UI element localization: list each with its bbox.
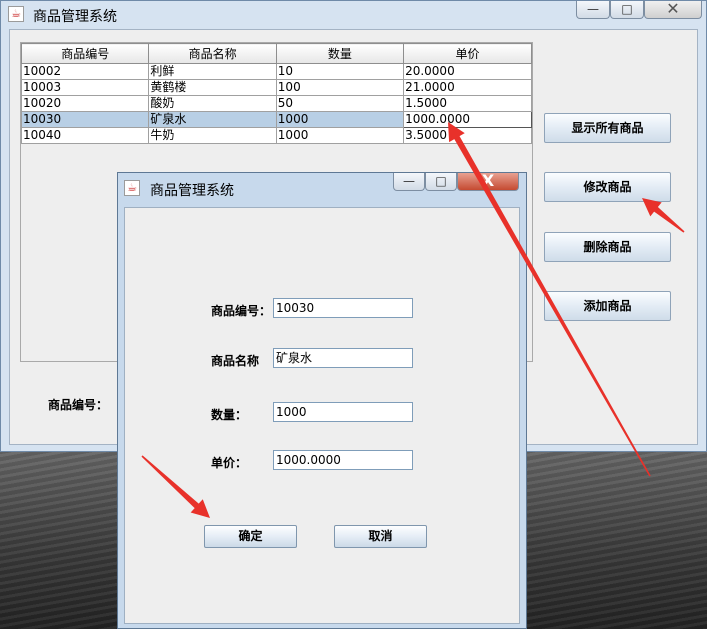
cell-quantity[interactable]: 1000 [275,127,405,144]
price-field[interactable]: 1000.0000 [273,450,413,470]
main-window-title: 商品管理系统 [33,9,117,25]
modify-goods-button[interactable]: 修改商品 [544,172,671,202]
goods-id-field[interactable]: 10030 [273,298,413,318]
quantity-field[interactable]: 1000 [273,402,413,422]
dialog-client-area: 商品编号： 10030 商品名称 矿泉水 数量： 1000 单价： 1000.0… [124,207,520,624]
goods-name-label: 商品名称 [211,354,260,368]
dialog-minimize-button[interactable]: — [393,173,425,191]
show-all-goods-button[interactable]: 显示所有商品 [544,113,671,143]
goods-table[interactable]: 商品编号 商品名称 数量 单价 10002 利鲜 10 20.0000 1000… [20,43,532,144]
close-button[interactable]: ✕ [644,1,702,19]
java-app-icon: ☕ [8,6,24,22]
cell-name[interactable]: 酸奶 [148,95,277,112]
modify-dialog: ☕ 商品管理系统 — □ X 商品编号： 10030 商品名称 矿泉水 数量： … [117,172,527,629]
add-goods-button[interactable]: 添加商品 [544,291,671,321]
confirm-button[interactable]: 确定 [204,525,297,548]
table-row[interactable]: 10040 牛奶 1000 3.5000 [20,127,532,144]
cell-id[interactable]: 10002 [20,63,150,80]
minimize-button[interactable]: — [576,1,610,19]
column-header-price[interactable]: 单价 [403,43,532,64]
cell-id[interactable]: 10020 [20,95,150,112]
java-app-icon: ☕ [124,180,140,196]
quantity-label: 数量： [211,408,248,422]
table-row[interactable]: 10020 酸奶 50 1.5000 [20,95,532,112]
cell-quantity[interactable]: 10 [275,63,405,80]
cell-id[interactable]: 10030 [20,111,150,128]
dialog-maximize-button[interactable]: □ [425,173,457,191]
cell-id[interactable]: 10003 [20,79,150,96]
column-header-name[interactable]: 商品名称 [148,43,277,64]
cell-name[interactable]: 牛奶 [148,127,277,144]
column-header-id[interactable]: 商品编号 [20,43,150,64]
main-title-bar: ☕ 商品管理系统 — □ ✕ [1,1,706,29]
cell-quantity[interactable]: 50 [275,95,405,112]
cell-price[interactable]: 3.5000 [403,127,532,144]
bottom-id-label: 商品编号： [48,398,109,412]
table-row[interactable]: 10002 利鲜 10 20.0000 [20,63,532,80]
goods-id-label: 商品编号： [211,304,272,318]
cell-price-focused[interactable]: 1000.0000 [403,111,532,128]
delete-goods-button[interactable]: 删除商品 [544,232,671,262]
table-row-selected[interactable]: 10030 矿泉水 1000 1000.0000 [20,111,532,128]
cell-name[interactable]: 黄鹤楼 [148,79,277,96]
cell-name[interactable]: 利鲜 [148,63,277,80]
cancel-button[interactable]: 取消 [334,525,427,548]
column-header-quantity[interactable]: 数量 [275,43,405,64]
cell-name[interactable]: 矿泉水 [148,111,277,128]
dialog-close-button[interactable]: X [457,173,519,191]
cell-price[interactable]: 21.0000 [403,79,532,96]
dialog-title: 商品管理系统 [150,183,234,199]
table-row[interactable]: 10003 黄鹤楼 100 21.0000 [20,79,532,96]
cell-quantity[interactable]: 1000 [275,111,405,128]
goods-name-field[interactable]: 矿泉水 [273,348,413,368]
cell-price[interactable]: 1.5000 [403,95,532,112]
table-header-row: 商品编号 商品名称 数量 单价 [20,43,532,64]
maximize-button[interactable]: □ [610,1,644,19]
price-label: 单价： [211,456,248,470]
cell-id[interactable]: 10040 [20,127,150,144]
cell-price[interactable]: 20.0000 [403,63,532,80]
cell-quantity[interactable]: 100 [275,79,405,96]
